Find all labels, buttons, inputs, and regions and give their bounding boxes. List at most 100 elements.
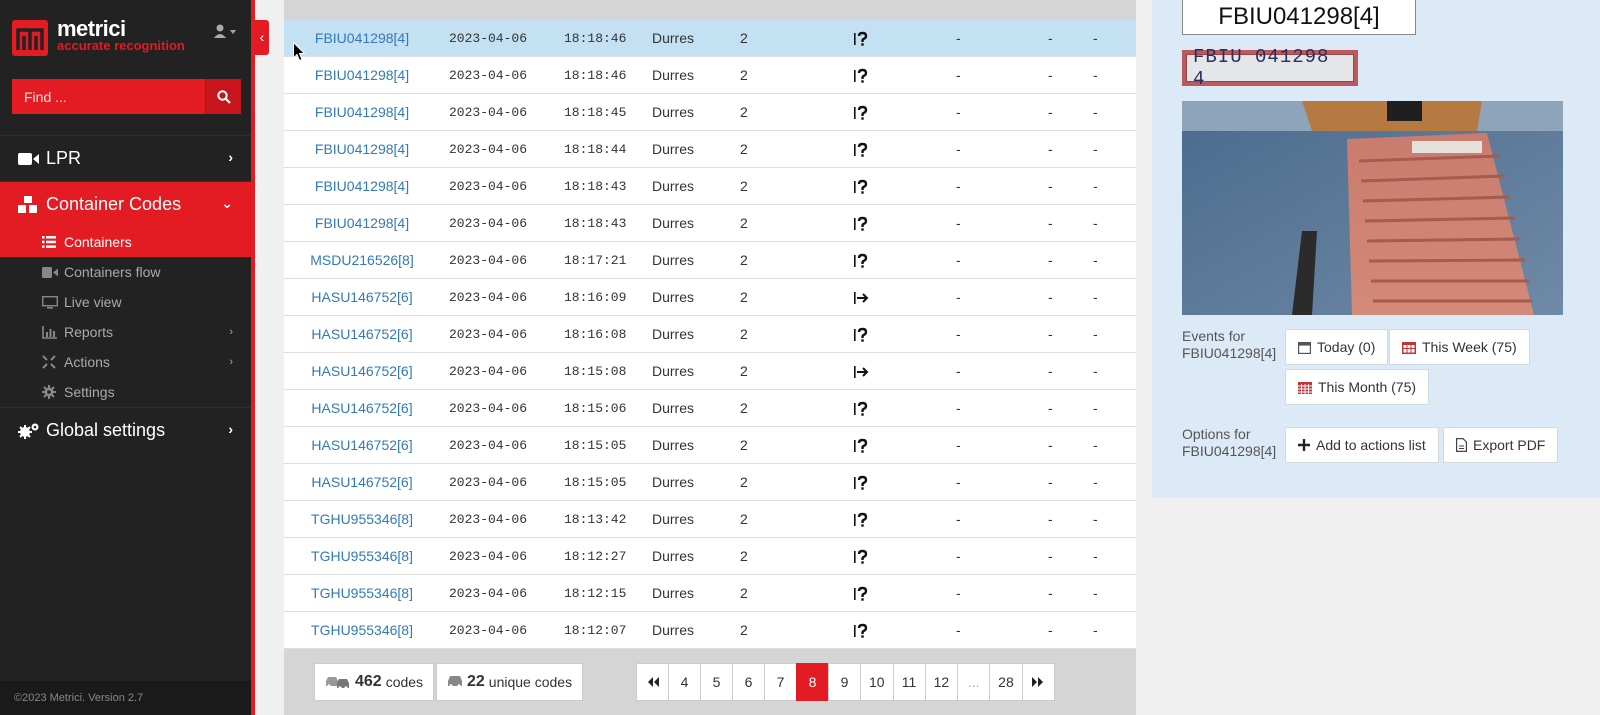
row-field-1: - — [956, 363, 961, 379]
page-button-5[interactable]: 5 — [700, 663, 733, 701]
table-row[interactable]: FBIU041298[4] 2023-04-06 18:18:43 Durres 2 - -… — [284, 205, 1136, 242]
chevron-right-icon: › — [229, 326, 233, 338]
container-code-link[interactable]: TGHU955346[8] — [302, 585, 422, 601]
container-code-link[interactable]: FBIU041298[4] — [302, 104, 422, 120]
chevron-left-icon: ‹ — [259, 29, 265, 45]
container-code-link[interactable]: MSDU216526[8] — [302, 252, 422, 268]
unique-count-value: 22 — [467, 673, 485, 690]
subnav-item-containers[interactable]: Containers — [0, 227, 251, 257]
subnav-item-containers-flow[interactable]: Containers flow — [0, 257, 251, 287]
gear-icon — [42, 385, 60, 399]
container-code-link[interactable]: FBIU041298[4] — [302, 67, 422, 83]
unique-codes-count: 22 unique codes — [436, 663, 584, 701]
subnav-item-live-view[interactable]: Live view — [0, 287, 251, 317]
table-row[interactable]: HASU146752[6] 2023-04-06 18:16:08 Durres 2 - -… — [284, 316, 1136, 353]
row-field-3: - — [1093, 400, 1098, 416]
search-input[interactable] — [12, 79, 205, 114]
unknown-direction-icon — [852, 400, 870, 418]
container-code-link[interactable]: FBIU041298[4] — [302, 141, 422, 157]
table-row[interactable]: FBIU041298[4] 2023-04-06 18:18:43 Durres 2 - -… — [284, 168, 1136, 205]
container-code-link[interactable]: TGHU955346[8] — [302, 622, 422, 638]
row-lane: 2 — [740, 400, 748, 416]
calendar-week-icon — [1402, 341, 1416, 354]
plate-crop-image[interactable]: FBIU 041298 4 — [1182, 46, 1358, 90]
row-field-2: - — [1048, 326, 1053, 342]
table-row[interactable]: TGHU955346[8] 2023-04-06 18:12:27 Durres 2 - -… — [284, 538, 1136, 575]
last-page-button[interactable] — [1021, 663, 1055, 701]
subnav-item-reports[interactable]: Reports › — [0, 317, 251, 347]
subnav-label: Containers — [64, 234, 132, 250]
codes-count-value: 462 — [355, 673, 382, 690]
page-button-28[interactable]: 28 — [989, 663, 1023, 701]
table-row[interactable]: FBIU041298[4] 2023-04-06 18:18:44 Durres 2 - -… — [284, 131, 1136, 168]
row-lane: 2 — [740, 326, 748, 342]
month-events-button[interactable]: This Month (75) — [1285, 369, 1430, 405]
today-events-button[interactable]: Today (0) — [1285, 329, 1389, 365]
page-button-11[interactable]: 11 — [892, 663, 926, 701]
calendar-month-icon — [1298, 381, 1312, 394]
table-row[interactable]: MSDU216526[8] 2023-04-06 18:17:21 Durres 2 - -… — [284, 242, 1136, 279]
container-code-link[interactable]: HASU146752[6] — [302, 289, 422, 305]
week-events-button[interactable]: This Week (75) — [1389, 329, 1530, 365]
page-button-10[interactable]: 10 — [860, 663, 894, 701]
page-button-12[interactable]: 12 — [924, 663, 959, 701]
table-row[interactable]: HASU146752[6] 2023-04-06 18:15:08 Durres 2 - -… — [284, 353, 1136, 390]
page-ellipsis[interactable]: ... — [957, 663, 991, 701]
nav-item-lpr[interactable]: LPR › — [0, 135, 251, 181]
nav-item-global-settings[interactable]: Global settings › — [0, 407, 251, 453]
row-field-3: - — [1093, 252, 1098, 268]
row-date: 2023-04-06 — [449, 67, 528, 83]
nav-label-lpr: LPR — [46, 148, 82, 168]
container-code-link[interactable]: HASU146752[6] — [302, 437, 422, 453]
nav-item-container-codes[interactable]: Container Codes ⌄ — [0, 181, 251, 227]
container-code-link[interactable]: HASU146752[6] — [302, 363, 422, 379]
table-row[interactable]: HASU146752[6] 2023-04-06 18:15:06 Durres 2 - -… — [284, 390, 1136, 427]
container-code-link[interactable]: HASU146752[6] — [302, 474, 422, 490]
sidebar: metrici accurate recognition LPR › Conta… — [0, 0, 255, 715]
row-time: 18:15:08 — [564, 363, 627, 379]
container-code-link[interactable]: FBIU041298[4] — [302, 30, 422, 46]
metrici-logo-icon[interactable] — [12, 20, 48, 56]
page-button-8[interactable]: 8 — [796, 663, 829, 701]
table-row[interactable]: FBIU041298[4] 2023-04-06 18:18:46 Durres 2 - -… — [284, 20, 1136, 57]
unknown-direction-icon — [852, 67, 870, 85]
row-field-3: - — [1093, 326, 1098, 342]
table-row[interactable]: HASU146752[6] 2023-04-06 18:16:09 Durres 2 - -… — [284, 279, 1136, 316]
container-code-link[interactable]: FBIU041298[4] — [302, 178, 422, 194]
container-code-link[interactable]: TGHU955346[8] — [302, 548, 422, 564]
row-time: 18:18:45 — [564, 104, 627, 120]
container-photo[interactable] — [1182, 101, 1563, 315]
footer-copyright: ©2023 Metrici. Version 2.7 — [0, 681, 251, 715]
user-menu-icon[interactable] — [214, 24, 238, 41]
table-row[interactable]: TGHU955346[8] 2023-04-06 18:12:15 Durres 2 - -… — [284, 575, 1136, 612]
search-button[interactable] — [205, 79, 241, 114]
table-row[interactable]: FBIU041298[4] 2023-04-06 18:18:46 Durres 2 - -… — [284, 57, 1136, 94]
unknown-direction-icon — [852, 474, 870, 492]
row-field-2: - — [1048, 104, 1053, 120]
table-row[interactable]: HASU146752[6] 2023-04-06 18:15:05 Durres 2 - -… — [284, 427, 1136, 464]
table-row[interactable]: FBIU041298[4] 2023-04-06 18:18:45 Durres 2 - -… — [284, 94, 1136, 131]
unknown-direction-icon — [852, 326, 870, 344]
row-location: Durres — [652, 622, 695, 638]
subnav-label: Settings — [64, 384, 115, 400]
first-page-button[interactable] — [636, 663, 669, 701]
page-button-6[interactable]: 6 — [732, 663, 765, 701]
row-location: Durres — [652, 363, 695, 379]
row-location: Durres — [652, 141, 695, 157]
subnav-item-actions[interactable]: Actions › — [0, 347, 251, 377]
table-row[interactable]: TGHU955346[8] 2023-04-06 18:12:07 Durres 2 - -… — [284, 612, 1136, 649]
sidebar-collapse-button[interactable]: ‹ — [255, 20, 269, 55]
row-field-3: - — [1093, 622, 1098, 638]
table-row[interactable]: HASU146752[6] 2023-04-06 18:15:05 Durres 2 - -… — [284, 464, 1136, 501]
export-pdf-button[interactable]: Export PDF — [1443, 427, 1559, 463]
add-to-actions-button[interactable]: Add to actions list — [1285, 427, 1439, 463]
page-button-7[interactable]: 7 — [764, 663, 797, 701]
container-code-link[interactable]: HASU146752[6] — [302, 400, 422, 416]
table-row[interactable]: TGHU955346[8] 2023-04-06 18:13:42 Durres 2 - -… — [284, 501, 1136, 538]
container-code-link[interactable]: HASU146752[6] — [302, 326, 422, 342]
page-button-4[interactable]: 4 — [668, 663, 701, 701]
container-code-link[interactable]: FBIU041298[4] — [302, 215, 422, 231]
subnav-item-settings[interactable]: Settings — [0, 377, 251, 407]
container-code-link[interactable]: TGHU955346[8] — [302, 511, 422, 527]
page-button-9[interactable]: 9 — [828, 663, 861, 701]
